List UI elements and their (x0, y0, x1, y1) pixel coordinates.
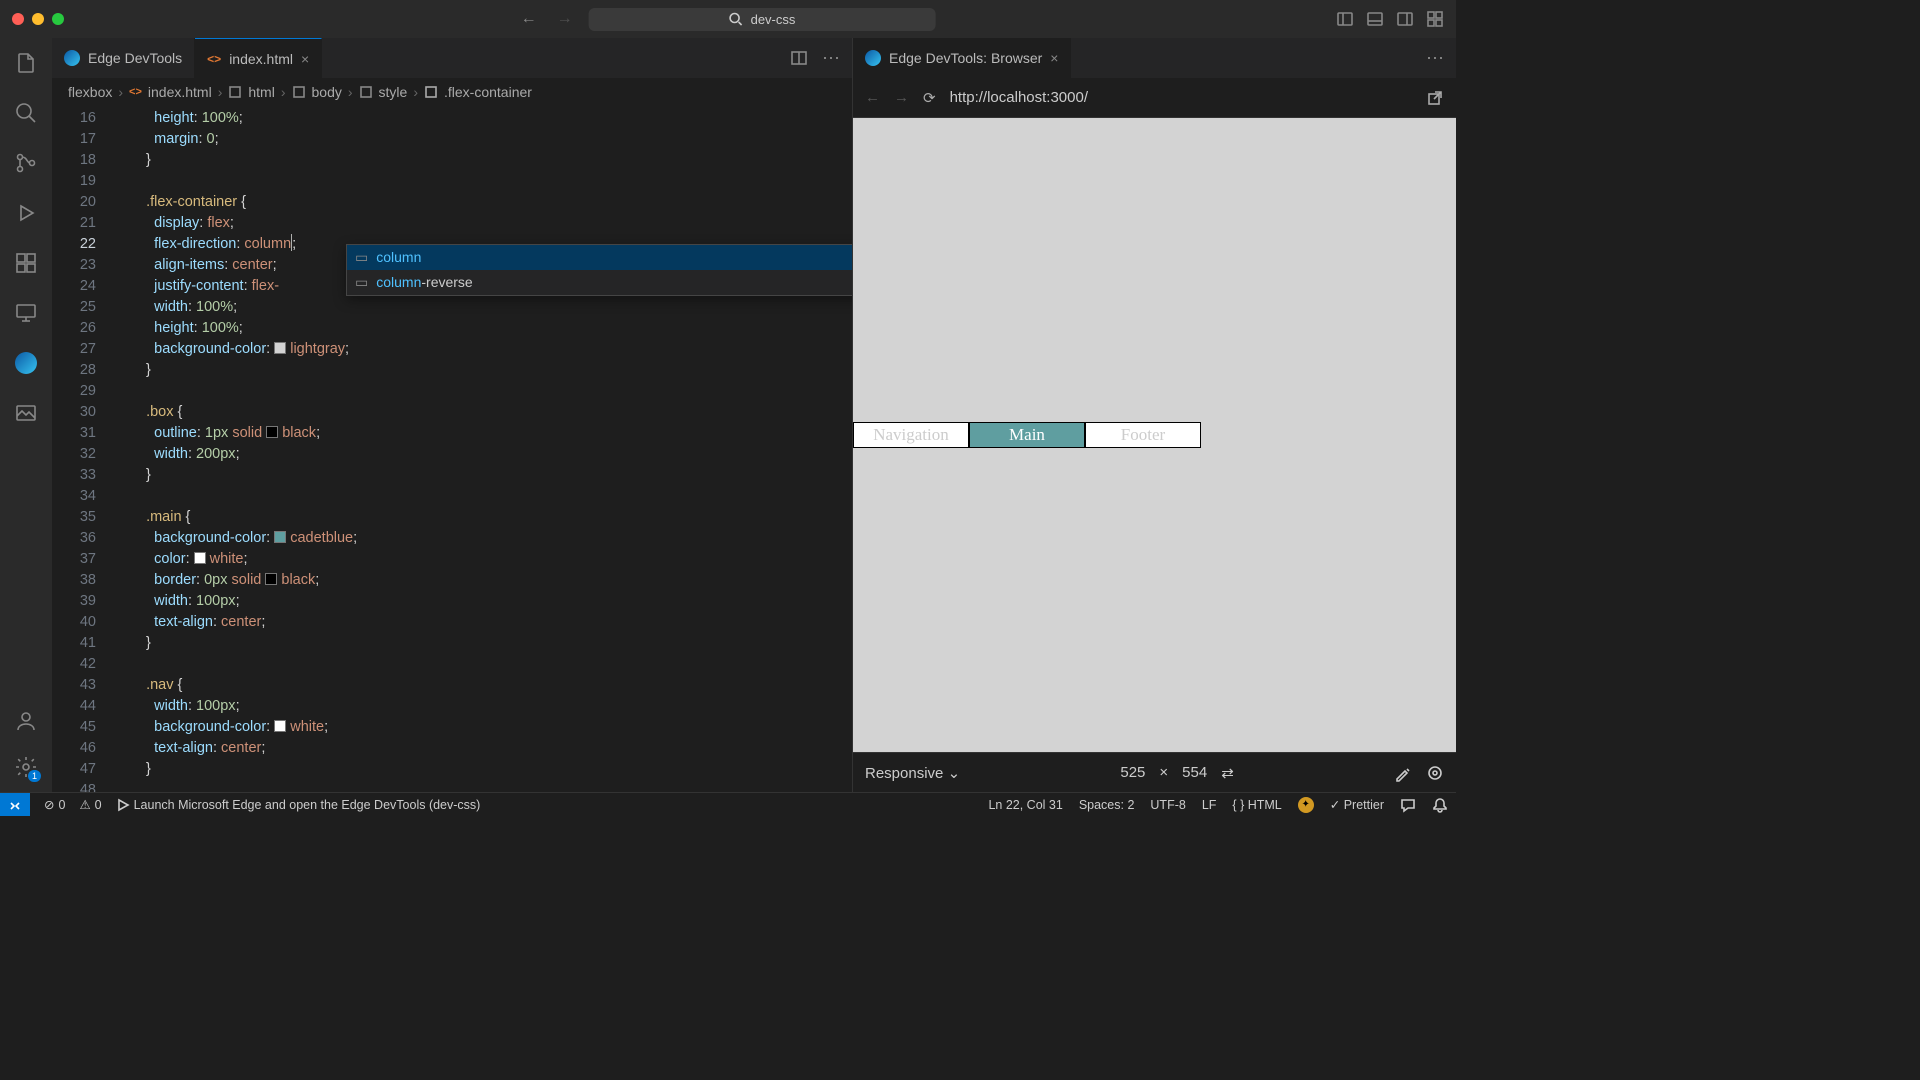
remote-indicator[interactable] (0, 793, 30, 816)
suggest-option-column-reverse[interactable]: ▭ column-reverse (347, 270, 852, 295)
layout-panel-bottom-icon[interactable] (1366, 10, 1384, 28)
more-actions-button[interactable]: ⋯ (822, 48, 840, 69)
css-rule-icon (424, 85, 438, 99)
eyedropper-icon[interactable] (1394, 764, 1412, 782)
editor-tabs: Edge DevTools <> index.html × ⋯ (52, 38, 852, 78)
nav-forward-button[interactable]: → (557, 10, 573, 28)
rotate-icon[interactable]: ⇄ (1221, 764, 1234, 782)
browser-toolbar: ← → ⟳ http://localhost:3000/ (853, 78, 1456, 118)
preview-main-box: Main (969, 422, 1085, 448)
settings-gear-icon[interactable]: 1 (13, 754, 39, 780)
close-dimension-icon[interactable]: × (1159, 764, 1168, 781)
browser-reload-button[interactable]: ⟳ (923, 89, 936, 107)
responsive-dropdown[interactable]: Responsive ⌄ (865, 764, 960, 782)
prettier-button[interactable]: ✓ Prettier (1330, 797, 1384, 812)
indentation-button[interactable]: Spaces: 2 (1079, 798, 1135, 812)
tab-edge-devtools[interactable]: Edge DevTools (52, 38, 195, 78)
tab-label: Edge DevTools: Browser (889, 50, 1042, 66)
browser-forward-button[interactable]: → (894, 89, 909, 106)
nav-back-button[interactable]: ← (521, 10, 537, 28)
layout-customize-icon[interactable] (1426, 10, 1444, 28)
html-file-icon: <> (129, 86, 142, 98)
value-icon: ▭ (355, 247, 368, 268)
crumb[interactable]: .flex-container (444, 84, 532, 100)
explorer-icon[interactable] (13, 50, 39, 76)
launch-edge-button[interactable]: Launch Microsoft Edge and open the Edge … (116, 798, 481, 812)
search-icon (729, 12, 743, 26)
code-content[interactable]: height: 100%; margin: 0; } .flex-contain… (116, 106, 852, 792)
browser-panel: Edge DevTools: Browser × ⋯ ← → ⟳ http://… (852, 38, 1456, 792)
status-bar: ⊘0 ⚠0 Launch Microsoft Edge and open the… (0, 792, 1456, 816)
close-tab-button[interactable]: × (1050, 50, 1058, 66)
responsive-toolbar: Responsive ⌄ 525 × 554 ⇄ (853, 752, 1456, 792)
tab-label: Edge DevTools (88, 50, 182, 66)
feedback-icon[interactable] (1400, 797, 1416, 813)
close-window-button[interactable] (12, 13, 24, 25)
cursor-position[interactable]: Ln 22, Col 31 (988, 798, 1062, 812)
notifications-icon[interactable] (1432, 797, 1448, 813)
preview-content: Navigation Main Footer (853, 422, 1201, 448)
viewport-width[interactable]: 525 (1120, 764, 1145, 781)
browser-viewport: Navigation Main Footer (853, 118, 1456, 752)
autocomplete-popup[interactable]: ▭ column ▭ column-reverse (346, 244, 852, 296)
more-actions-button[interactable]: ⋯ (1426, 48, 1444, 69)
tab-index-html[interactable]: <> index.html × (195, 38, 322, 78)
preview-footer-box: Footer (1085, 422, 1201, 448)
suggest-option-column[interactable]: ▭ column (347, 245, 852, 270)
close-tab-button[interactable]: × (301, 51, 309, 67)
edge-icon (64, 50, 80, 66)
remote-explorer-icon[interactable] (13, 300, 39, 326)
chevron-down-icon: ⌄ (948, 765, 961, 782)
crumb[interactable]: index.html (148, 84, 212, 100)
source-control-icon[interactable] (13, 150, 39, 176)
eol-button[interactable]: LF (1202, 798, 1217, 812)
editor-area: Edge DevTools <> index.html × ⋯ flexbox›… (52, 38, 852, 792)
command-center-search[interactable]: dev-css (589, 8, 936, 31)
crumb[interactable]: style (379, 84, 408, 100)
url-text[interactable]: http://localhost:3000/ (950, 89, 1412, 106)
encoding-button[interactable]: UTF-8 (1150, 798, 1185, 812)
edge-icon (865, 50, 881, 66)
image-tools-icon[interactable] (13, 400, 39, 426)
tab-browser[interactable]: Edge DevTools: Browser × (853, 38, 1071, 78)
split-editor-icon[interactable] (790, 49, 808, 67)
maximize-window-button[interactable] (52, 13, 64, 25)
window-controls (12, 13, 64, 25)
element-icon (359, 85, 373, 99)
value-icon: ▭ (355, 272, 368, 293)
search-sidebar-icon[interactable] (13, 100, 39, 126)
crumb[interactable]: flexbox (68, 84, 112, 100)
warnings-button[interactable]: ⚠0 (79, 797, 101, 812)
element-icon (292, 85, 306, 99)
layout-panel-right-icon[interactable] (1396, 10, 1414, 28)
breadcrumbs[interactable]: flexbox› <> index.html› html› body› styl… (52, 78, 852, 106)
viewport-height[interactable]: 554 (1182, 764, 1207, 781)
search-text: dev-css (751, 12, 796, 27)
activity-bar: 1 (0, 38, 52, 792)
element-icon (228, 85, 242, 99)
html-file-icon: <> (207, 52, 221, 66)
run-debug-icon[interactable] (13, 200, 39, 226)
titlebar: ← → dev-css (0, 0, 1456, 38)
minimize-window-button[interactable] (32, 13, 44, 25)
layout-panel-left-icon[interactable] (1336, 10, 1354, 28)
language-mode-button[interactable]: { } HTML (1232, 798, 1281, 812)
browser-back-button[interactable]: ← (865, 89, 880, 106)
code-editor[interactable]: 1617181920212223242526272829303132333435… (52, 106, 852, 792)
crumb[interactable]: html (248, 84, 274, 100)
account-icon[interactable] (13, 708, 39, 734)
tab-label: index.html (229, 51, 293, 67)
errors-button[interactable]: ⊘0 (44, 797, 65, 812)
crumb[interactable]: body (312, 84, 342, 100)
open-external-icon[interactable] (1426, 89, 1444, 107)
edge-tools-icon[interactable] (13, 350, 39, 376)
copilot-icon[interactable]: ✦ (1298, 797, 1314, 813)
target-icon[interactable] (1426, 764, 1444, 782)
extensions-icon[interactable] (13, 250, 39, 276)
line-number-gutter: 1617181920212223242526272829303132333435… (52, 106, 116, 792)
settings-badge: 1 (28, 770, 41, 782)
preview-nav-box: Navigation (853, 422, 969, 448)
